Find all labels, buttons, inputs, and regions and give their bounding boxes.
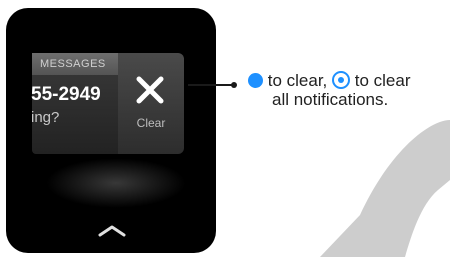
notification-card[interactable]: MESSAGES 55-2949 ing? (31, 53, 118, 154)
chevron-up-icon[interactable] (97, 222, 127, 238)
callout-text: to clear, to clear all notifications. (248, 71, 448, 109)
callout-dot (231, 82, 237, 88)
notification-preview: ing? (31, 109, 60, 126)
callout-part1: to clear, (267, 71, 328, 90)
callout-part2: to clear (354, 71, 411, 90)
blurred-notifications (46, 158, 186, 208)
notification-app-name: MESSAGES (40, 58, 106, 70)
clear-button[interactable]: Clear (118, 53, 184, 154)
clear-button-label: Clear (136, 116, 166, 130)
watch-screen: MESSAGES 55-2949 ing? Clear (6, 8, 216, 253)
notification-header: MESSAGES (32, 53, 118, 75)
tap-icon (248, 73, 263, 88)
callout-part3: all notifications. (272, 90, 389, 109)
notification-number: 55-2949 (31, 84, 101, 105)
force-press-icon (332, 71, 351, 89)
close-x-icon (136, 76, 164, 104)
callout-line (188, 84, 234, 86)
